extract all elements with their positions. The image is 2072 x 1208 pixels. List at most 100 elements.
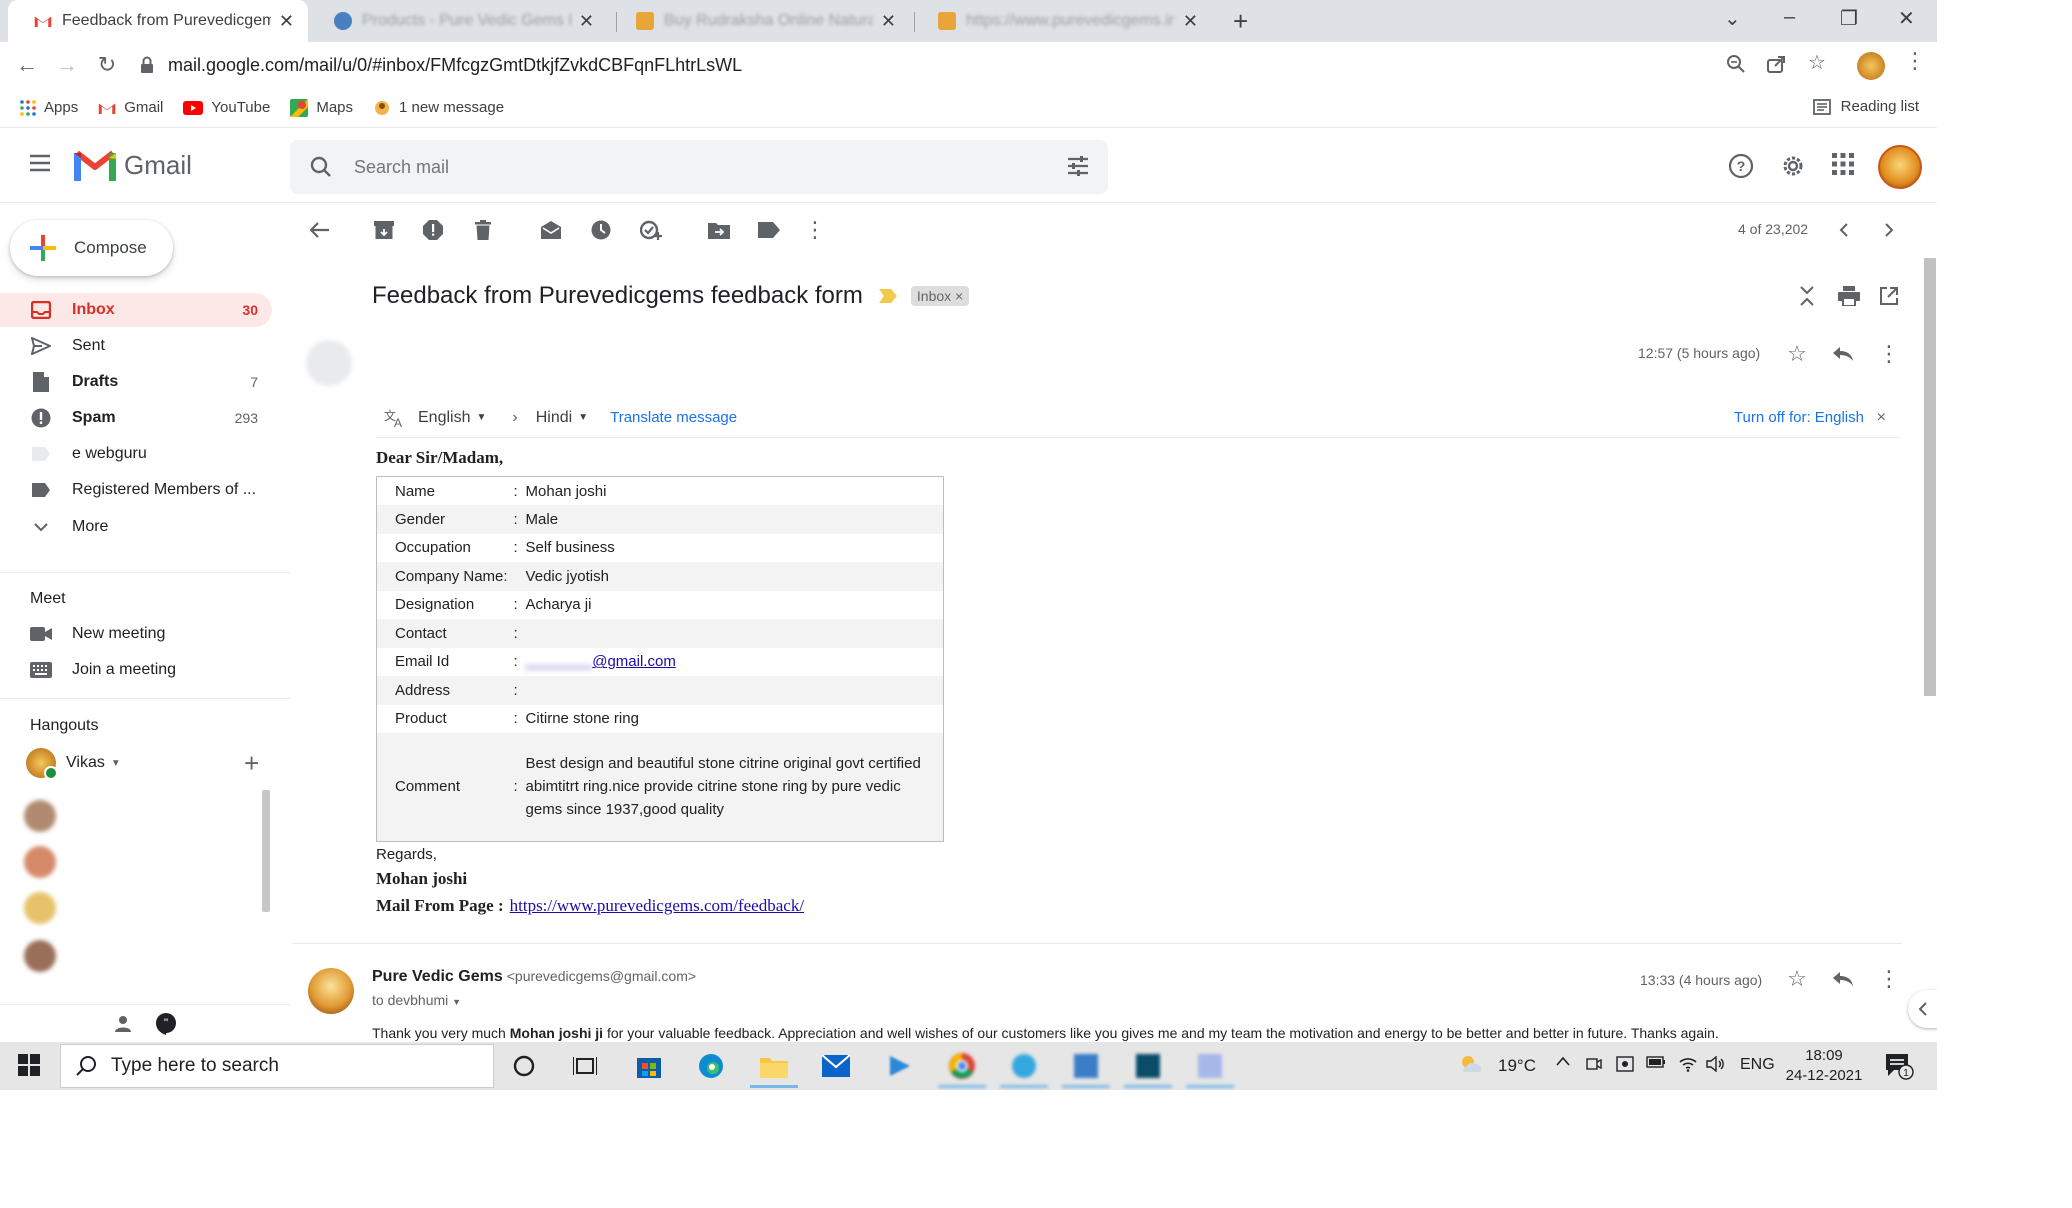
hangouts-conversation[interactable] <box>24 796 264 836</box>
back-button[interactable]: ← <box>14 52 40 78</box>
bookmark-apps[interactable]: Apps <box>20 99 78 116</box>
recipient-redacted[interactable] <box>372 368 408 383</box>
move-to-icon[interactable] <box>707 218 731 242</box>
email-link[interactable]: @gmail.com <box>592 653 676 670</box>
target-language-select[interactable]: Hindi ▼ <box>536 409 588 427</box>
archive-icon[interactable] <box>372 218 396 242</box>
share-icon[interactable] <box>1766 54 1786 74</box>
search-options-icon[interactable] <box>1066 154 1090 178</box>
turn-off-translate-link[interactable]: Turn off for: English <box>1734 409 1864 426</box>
main-menu-icon[interactable] <box>28 153 52 173</box>
add-to-tasks-icon[interactable] <box>639 218 663 242</box>
browser-tab[interactable]: Products - Pure Vedic Gems Ltd ✕ <box>308 0 608 42</box>
labels-icon[interactable] <box>757 218 781 242</box>
message-scrollbar[interactable] <box>1924 258 1936 696</box>
star-icon[interactable]: ☆ <box>1784 341 1810 367</box>
reload-button[interactable]: ↻ <box>94 52 120 78</box>
mark-unread-icon[interactable] <box>539 218 563 242</box>
chrome-icon[interactable] <box>938 1050 986 1088</box>
reply-sender[interactable]: Pure Vedic Gems <purevedicgems@gmail.com> <box>372 968 696 986</box>
reply-icon[interactable] <box>1830 966 1856 992</box>
windows-start-icon[interactable] <box>18 1054 40 1076</box>
search-input[interactable] <box>354 156 1034 178</box>
task-view-icon[interactable] <box>569 1050 601 1082</box>
sidebar-item-registered-members[interactable]: Registered Members of ... <box>0 473 272 507</box>
new-meeting-button[interactable]: New meeting <box>30 625 165 643</box>
hangouts-scrollbar[interactable] <box>262 790 270 912</box>
older-chevron-icon[interactable] <box>1877 218 1901 242</box>
input-language[interactable]: ENG <box>1740 1056 1775 1074</box>
browser-tab[interactable]: Buy Rudraksha Online Natural R ✕ <box>610 0 910 42</box>
close-tab-icon[interactable]: ✕ <box>579 11 594 32</box>
delete-icon[interactable] <box>471 218 495 242</box>
file-explorer-icon[interactable] <box>750 1050 798 1088</box>
microsoft-store-icon[interactable] <box>633 1050 665 1082</box>
help-icon[interactable]: ? <box>1728 153 1754 179</box>
hangouts-conversation[interactable] <box>24 936 264 976</box>
temperature[interactable]: 19°C <box>1498 1056 1536 1076</box>
cortana-icon[interactable] <box>508 1050 540 1082</box>
hangouts-quote-icon[interactable]: " <box>156 1013 176 1035</box>
zoom-icon[interactable] <box>1726 54 1746 74</box>
contacts-person-icon[interactable] <box>114 1015 132 1033</box>
taskbar-app-icon[interactable] <box>1000 1050 1048 1088</box>
tab-search-icon[interactable]: ⌄ <box>1724 6 1741 31</box>
message-more-icon[interactable]: ⋮ <box>1876 966 1902 992</box>
edge-browser-icon[interactable] <box>695 1050 727 1082</box>
sidebar-item-more[interactable]: More <box>0 510 272 544</box>
translate-message-link[interactable]: Translate message <box>610 409 737 426</box>
new-conversation-icon[interactable]: + <box>244 748 259 779</box>
hangouts-user[interactable]: Vikas ▼ <box>26 748 121 780</box>
back-to-inbox-icon[interactable] <box>308 218 332 242</box>
close-tab-icon[interactable]: ✕ <box>1183 11 1198 32</box>
taskbar-app-icon[interactable] <box>1124 1050 1172 1088</box>
more-options-icon[interactable]: ⋮ <box>803 217 827 242</box>
close-tab-icon[interactable]: ✕ <box>881 11 896 32</box>
meet-now-icon[interactable] <box>1586 1056 1602 1072</box>
sidebar-item-sent[interactable]: Sent <box>0 329 272 363</box>
window-close-button[interactable]: ✕ <box>1898 6 1915 31</box>
minimize-button[interactable]: – <box>1784 6 1795 29</box>
profile-avatar[interactable] <box>1857 52 1885 80</box>
reply-icon[interactable] <box>1830 341 1856 367</box>
join-meeting-button[interactable]: Join a meeting <box>30 661 176 679</box>
remove-label-icon[interactable]: × <box>955 288 963 304</box>
bookmark-maps[interactable]: Maps <box>290 98 353 117</box>
show-hidden-icons-icon[interactable] <box>1556 1056 1570 1066</box>
sidebar-item-drafts[interactable]: Drafts 7 <box>0 365 272 399</box>
browser-tab[interactable]: https://www.purevedicgems.in/p ✕ <box>912 0 1212 42</box>
source-language-select[interactable]: English ▼ <box>418 409 486 427</box>
search-icon[interactable] <box>310 156 332 178</box>
account-avatar[interactable] <box>1878 145 1922 189</box>
dropdown-caret-icon[interactable]: ▼ <box>452 997 461 1007</box>
volume-icon[interactable] <box>1706 1056 1726 1072</box>
snooze-clock-icon[interactable] <box>589 218 613 242</box>
security-icon[interactable] <box>1616 1056 1634 1072</box>
close-tab-icon[interactable]: ✕ <box>279 11 294 32</box>
action-center-icon[interactable]: 1 <box>1884 1052 1914 1080</box>
battery-icon[interactable] <box>1646 1056 1666 1068</box>
chrome-menu-icon[interactable]: ⋮ <box>1904 48 1926 74</box>
gmail-logo[interactable]: Gmail <box>74 149 192 181</box>
sender-name-redacted[interactable] <box>372 345 572 366</box>
open-in-new-window-icon[interactable] <box>1876 283 1902 309</box>
close-translate-icon[interactable]: × <box>1877 409 1886 427</box>
search-bar[interactable] <box>290 140 1108 194</box>
expand-all-icon[interactable] <box>1794 283 1820 309</box>
sender-avatar[interactable] <box>308 968 354 1014</box>
system-clock[interactable]: 18:09 24-12-2021 <box>1784 1046 1864 1086</box>
weather-icon[interactable] <box>1458 1052 1484 1076</box>
important-marker-icon[interactable] <box>878 289 897 303</box>
reply-recipient[interactable]: to devbhumi ▼ <box>372 992 461 1008</box>
show-side-panel-button[interactable] <box>1908 990 1937 1028</box>
compose-button[interactable]: Compose <box>10 220 173 276</box>
sender-avatar[interactable] <box>306 340 352 386</box>
new-tab-button[interactable]: + <box>1233 6 1248 37</box>
sidebar-item-e-webguru[interactable]: e webguru <box>0 437 272 471</box>
reading-list-button[interactable]: Reading list <box>1812 98 1919 115</box>
bookmark-star-icon[interactable]: ☆ <box>1808 50 1826 75</box>
bookmark-youtube[interactable]: YouTube <box>183 99 270 116</box>
bookmark-gmail[interactable]: Gmail <box>98 99 163 116</box>
hangouts-conversation[interactable] <box>24 842 264 882</box>
settings-gear-icon[interactable] <box>1780 153 1806 179</box>
